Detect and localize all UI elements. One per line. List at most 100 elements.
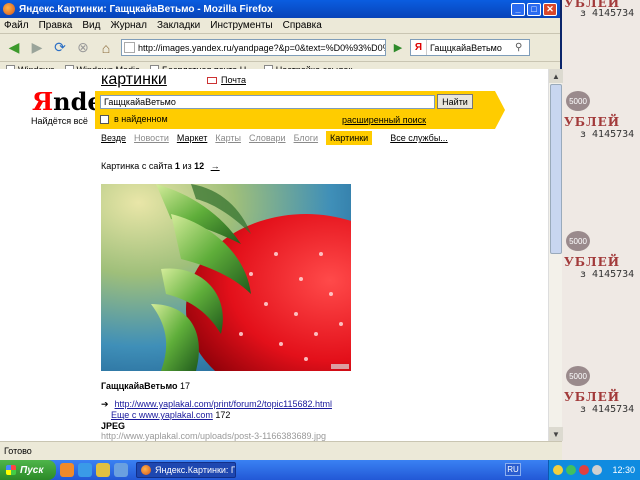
address-text: http://images.yandex.ru/yandpage?&p=0&te… xyxy=(138,42,385,53)
status-bar: Готово xyxy=(0,441,562,460)
taskbar-firefox-item[interactable]: Яндекс.Картинки: Гац... xyxy=(136,462,236,478)
back-arrow-icon[interactable]: ◀ xyxy=(4,38,24,58)
firefox-quicklaunch-icon[interactable] xyxy=(60,463,74,477)
banknote-denomination: 5000 xyxy=(566,91,590,111)
banknote: 5000 УБЛЕЙ з 4145734 xyxy=(560,360,640,420)
query-input[interactable]: ГащцкайаВетьмо xyxy=(100,95,435,109)
stop-icon[interactable]: ⊗ xyxy=(73,38,93,58)
go-arrow-icon[interactable]: ▶ xyxy=(390,39,406,56)
address-bar[interactable]: http://images.yandex.ru/yandpage?&p=0&te… xyxy=(121,39,386,56)
system-tray: RU 12:30 xyxy=(505,460,640,480)
banknote-word: УБЛЕЙ xyxy=(564,390,621,404)
service-tabs: Везде Новости Маркет Карты Словари Блоги… xyxy=(101,131,456,145)
tab-dictionaries[interactable]: Словари xyxy=(249,131,286,145)
search-band: ГащцкайаВетьмо Найти в найденном расшире… xyxy=(95,91,505,129)
title-bar[interactable]: Яндекс.Картинки: ГащцкайаВетьмо - Mozill… xyxy=(0,0,560,18)
window-title: Яндекс.Картинки: ГащцкайаВетьмо - Mozill… xyxy=(19,3,273,15)
menu-history[interactable]: Журнал xyxy=(110,20,147,31)
forward-arrow-icon[interactable]: ▶ xyxy=(27,38,47,58)
scroll-up-icon[interactable]: ▲ xyxy=(549,69,563,83)
next-picture-arrow[interactable]: → xyxy=(211,161,220,171)
search-bar-text: ГащцкайаВетьмо xyxy=(430,42,502,53)
banknote-serial: з 4145734 xyxy=(580,129,635,140)
start-button[interactable]: Пуск xyxy=(0,460,56,480)
banknote-denomination: 5000 xyxy=(566,231,590,251)
menu-edit[interactable]: Правка xyxy=(39,20,73,31)
search-bar[interactable]: Я ГащцкайаВетьмо ⚲ xyxy=(410,39,530,56)
home-icon[interactable]: ⌂ xyxy=(96,38,116,58)
windows-taskbar: Пуск Яндекс.Картинки: Гац... RU 12:30 xyxy=(0,460,640,480)
clock[interactable]: 12:30 xyxy=(612,465,635,475)
image-title: ГащцкайаВетьмо 17 xyxy=(101,381,190,391)
advanced-search-link[interactable]: расширенный поиск xyxy=(342,115,426,125)
banknote-word: УБЛЕЙ xyxy=(564,115,621,129)
envelope-icon xyxy=(207,76,217,84)
banknote: з 4145734 УБЛЕЙ xyxy=(560,0,640,60)
search-icon[interactable]: ⚲ xyxy=(515,42,529,53)
ie-quicklaunch-icon[interactable] xyxy=(78,463,92,477)
source-link[interactable]: http://www.yaplakal.com/print/forum2/top… xyxy=(115,399,332,410)
desktop-wallpaper: з 4145734 УБЛЕЙ 5000 УБЛЕЙ з 4145734 500… xyxy=(560,0,640,460)
menu-bar: Файл Правка Вид Журнал Закладки Инструме… xyxy=(0,18,560,34)
source-link-row: ➔ http://www.yaplakal.com/print/forum2/t… xyxy=(101,399,332,410)
close-button[interactable]: ✕ xyxy=(543,2,557,16)
taskbar-item-label: Яндекс.Картинки: Гац... xyxy=(155,465,236,475)
windows-logo-icon xyxy=(6,465,16,475)
tray-icon[interactable] xyxy=(553,465,563,475)
page-favicon-icon xyxy=(124,42,135,53)
strawberry-photo[interactable] xyxy=(101,184,351,371)
banknote-denomination: 5000 xyxy=(566,366,590,386)
menu-tools[interactable]: Инструменты xyxy=(210,20,272,31)
all-services-link[interactable]: Все службы... xyxy=(390,131,448,145)
service-title-link[interactable]: картинки xyxy=(101,71,167,89)
image-title-count: 17 xyxy=(180,381,191,391)
tab-blogs[interactable]: Блоги xyxy=(294,131,318,145)
navigation-toolbar: ◀ ▶ ⟳ ⊗ ⌂ http://images.yandex.ru/yandpa… xyxy=(0,34,560,62)
firefox-icon xyxy=(141,465,151,475)
yandex-engine-icon[interactable]: Я xyxy=(411,40,427,55)
tab-market[interactable]: Маркет xyxy=(177,131,207,145)
menu-help[interactable]: Справка xyxy=(283,20,322,31)
firefox-icon xyxy=(3,3,15,15)
scroll-thumb[interactable] xyxy=(550,84,562,254)
in-found-option[interactable]: в найденном xyxy=(100,114,168,124)
tab-images[interactable]: Картинки xyxy=(326,131,373,145)
tray-icon[interactable] xyxy=(579,465,589,475)
tab-maps[interactable]: Карты xyxy=(215,131,241,145)
show-desktop-icon[interactable] xyxy=(114,463,128,477)
language-indicator[interactable]: RU xyxy=(505,463,521,476)
page-content: Яndex Найдётся всё картинки Почта Гащцка… xyxy=(0,69,548,441)
find-button[interactable]: Найти xyxy=(437,94,473,109)
explorer-quicklaunch-icon[interactable] xyxy=(96,463,110,477)
tab-news[interactable]: Новости xyxy=(134,131,169,145)
tray-icon[interactable] xyxy=(566,465,576,475)
tab-everywhere[interactable]: Везде xyxy=(101,131,126,145)
mail-link[interactable]: Почта xyxy=(207,75,246,85)
start-label: Пуск xyxy=(20,464,44,476)
picture-counter: Картинка с сайта 1 из 12 → xyxy=(101,161,220,171)
banknote-word: УБЛЕЙ xyxy=(564,0,621,10)
menu-file[interactable]: Файл xyxy=(4,20,29,31)
vertical-scrollbar[interactable]: ▲ ▼ xyxy=(548,69,563,441)
mail-link-label: Почта xyxy=(221,75,246,85)
reload-icon[interactable]: ⟳ xyxy=(50,38,70,58)
image-url[interactable]: http://www.yaplakal.com/uploads/post-3-1… xyxy=(101,431,326,441)
more-from-site-link[interactable]: Еще с www.yaplakal.com xyxy=(111,410,213,420)
banknote: 5000 УБЛЕЙ з 4145734 xyxy=(560,85,640,145)
banknote-word: УБЛЕЙ xyxy=(564,255,621,269)
image-title-text: ГащцкайаВетьмо xyxy=(101,381,178,391)
minimize-button[interactable]: _ xyxy=(511,2,525,16)
slogan: Найдётся всё xyxy=(31,116,88,126)
scroll-down-icon[interactable]: ▼ xyxy=(549,427,563,441)
in-found-label: в найденном xyxy=(114,114,168,124)
menu-bookmarks[interactable]: Закладки xyxy=(157,20,200,31)
banknote-serial: з 4145734 xyxy=(580,404,635,415)
status-text: Готово xyxy=(4,446,32,456)
logo-prefix: Я xyxy=(32,87,54,116)
maximize-button[interactable]: □ xyxy=(527,2,541,16)
in-found-checkbox[interactable] xyxy=(100,114,109,124)
menu-view[interactable]: Вид xyxy=(82,20,100,31)
banknote-serial: з 4145734 xyxy=(580,269,635,280)
banknote: 5000 УБЛЕЙ з 4145734 xyxy=(560,225,640,285)
tray-icon[interactable] xyxy=(592,465,602,475)
